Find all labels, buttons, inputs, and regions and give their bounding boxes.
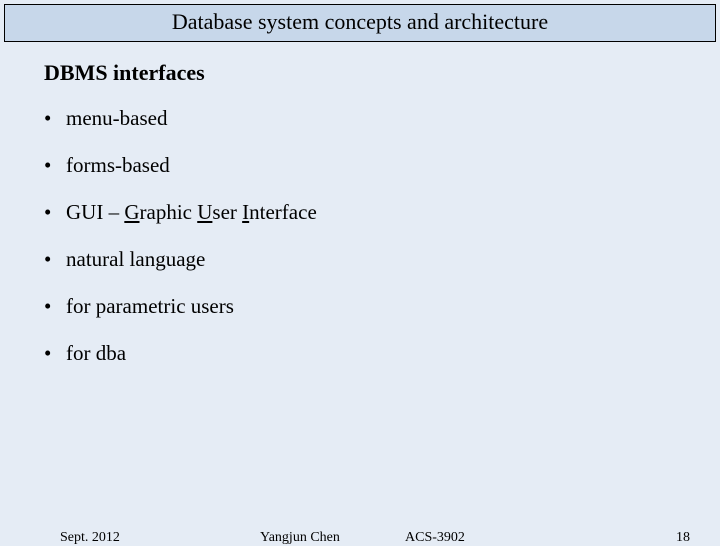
footer-date: Sept. 2012 [60, 530, 120, 546]
bullet-text: natural language [66, 247, 205, 272]
bullet-icon: • [44, 200, 66, 225]
slide-title: Database system concepts and architectur… [172, 9, 548, 34]
section-heading: DBMS interfaces [44, 60, 720, 86]
bullet-icon: • [44, 153, 66, 178]
list-item: • GUI – Graphic User Interface [44, 200, 720, 225]
bullet-icon: • [44, 247, 66, 272]
list-item: • for parametric users [44, 294, 720, 319]
list-item: • natural language [44, 247, 720, 272]
bullet-icon: • [44, 341, 66, 366]
footer-author: Yangjun Chen [260, 530, 340, 546]
list-item: • forms-based [44, 153, 720, 178]
bullet-icon: • [44, 106, 66, 131]
bullet-text: forms-based [66, 153, 170, 178]
list-item: • menu-based [44, 106, 720, 131]
footer-course: ACS-3902 [405, 530, 465, 546]
list-item: • for dba [44, 341, 720, 366]
bullet-icon: • [44, 294, 66, 319]
bullet-text: for dba [66, 341, 126, 366]
bullet-text: menu-based [66, 106, 167, 131]
bullet-text: GUI – Graphic User Interface [66, 200, 317, 225]
bullet-text: for parametric users [66, 294, 234, 319]
footer-page: 18 [676, 530, 690, 546]
slide-content: DBMS interfaces • menu-based • forms-bas… [0, 42, 720, 366]
slide-title-bar: Database system concepts and architectur… [4, 4, 716, 42]
